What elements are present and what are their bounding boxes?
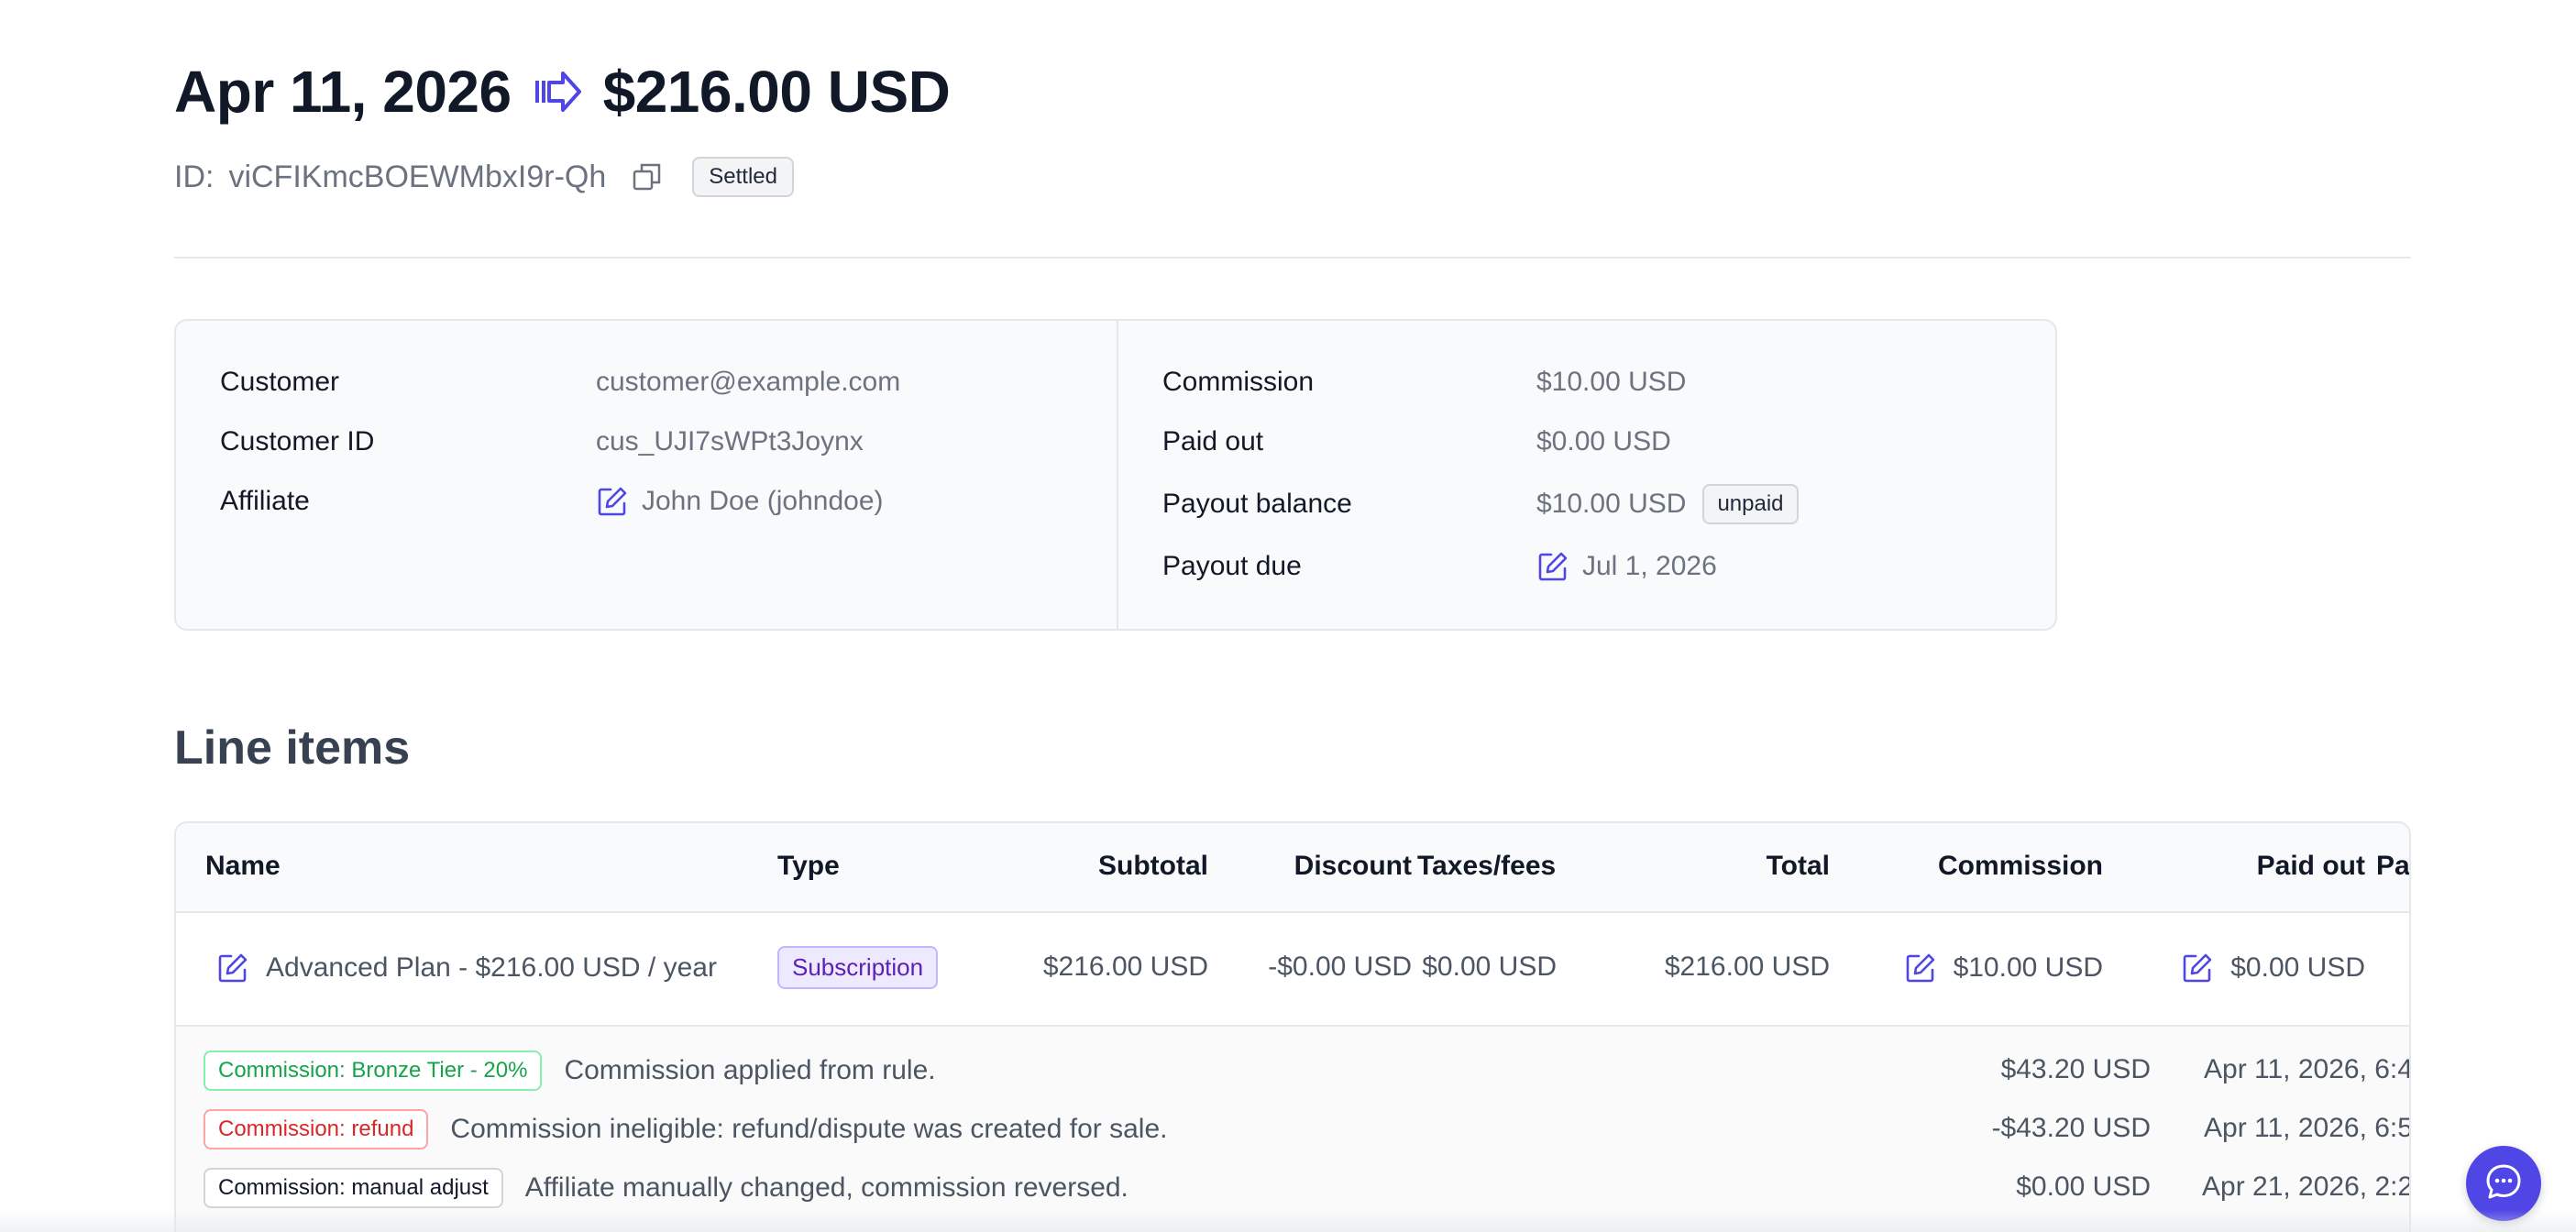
taxes-value: $0.00 USD (1422, 952, 1557, 982)
payout-balance-value: $10.00 USD unpaid (1536, 484, 1799, 524)
subscription-badge: Subscription (777, 946, 939, 989)
commission-tag: Commission: Bronze Tier - 20% (204, 1050, 543, 1091)
total-value: $216.00 USD (1664, 952, 1830, 982)
customer-id-row: Customer ID cus_UJI7sWPt3Joynx (220, 419, 864, 465)
commission-row: Commission $10.00 USD (1162, 359, 1686, 405)
payout-balance-amount: $10.00 USD (1536, 489, 1687, 519)
commission-detail-page: Apr 11, 2026 $216.00 USD ID: viCFIKmcBOE… (174, 0, 2411, 1232)
list-item: Commission: refund Commission ineligible… (204, 1107, 1167, 1151)
customer-info: Customer customer@example.com Customer I… (176, 321, 1118, 629)
commission-amount: $0.00 USD (2016, 1172, 2151, 1202)
payout-due-row: Payout due Jul 1, 2026 (1162, 544, 1717, 589)
unpaid-badge: unpaid (1702, 484, 1799, 524)
payout-due-date: Jul 1, 2026 (1582, 551, 1717, 581)
affiliate-label: Affiliate (220, 486, 310, 516)
edit-affiliate-icon[interactable] (596, 485, 629, 518)
col-payout: Pay (2376, 851, 2410, 881)
chat-bubble-icon (2483, 1161, 2524, 1206)
divider (174, 257, 2411, 258)
commission-note: Commission ineligible: refund/dispute wa… (450, 1114, 1168, 1144)
commission-tag: Commission: refund (204, 1109, 429, 1150)
commission-date: Apr 21, 2026, 2:2 (2202, 1172, 2411, 1202)
col-paid-out: Paid out (2256, 851, 2365, 881)
edit-paid-out-icon[interactable] (2181, 952, 2214, 984)
payout-balance-row: Payout balance $10.00 USD unpaid (1162, 481, 1799, 527)
commission-date: Apr 11, 2026, 6:4 (2204, 1054, 2411, 1084)
col-subtotal: Subtotal (1098, 851, 1208, 881)
commission-tag: Commission: manual adjust (204, 1168, 503, 1208)
sale-amount: $216.00 USD (602, 59, 951, 125)
customer-id-label: Customer ID (220, 426, 375, 456)
info-card: Customer customer@example.com Customer I… (174, 319, 2057, 631)
table-header: Name Type Subtotal Discount Taxes/fees T… (176, 823, 2409, 913)
edit-payout-due-icon[interactable] (1536, 550, 1569, 583)
commission-amount: $43.20 USD (2000, 1054, 2151, 1084)
subtotal-value: $216.00 USD (1042, 952, 1208, 982)
payout-due-label: Payout due (1162, 551, 1302, 581)
customer-email: customer@example.com (596, 367, 901, 397)
customer-id-value: cus_UJI7sWPt3Joynx (596, 426, 864, 456)
col-discount: Discount (1294, 851, 1412, 881)
line-item-name-text: Advanced Plan - $216.00 USD / year (266, 952, 717, 983)
discount-value: -$0.00 USD (1268, 952, 1412, 982)
line-items-table: Name Type Subtotal Discount Taxes/fees T… (174, 821, 2411, 1232)
affiliate-value: John Doe (johndoe) (596, 485, 884, 518)
affiliate-row: Affiliate John Doe (johndoe) (220, 478, 884, 524)
commission-cell-value: $10.00 USD (1953, 952, 2103, 983)
paid-out-cell: $0.00 USD (2181, 952, 2365, 984)
customer-label: Customer (220, 367, 340, 397)
sale-date: Apr 11, 2026 (174, 59, 512, 125)
line-item-name: Advanced Plan - $216.00 USD / year (216, 952, 717, 984)
arrow-right-icon (532, 66, 583, 117)
edit-commission-icon[interactable] (1904, 952, 1937, 984)
commission-note: Commission applied from rule. (564, 1055, 936, 1085)
payout-balance-label: Payout balance (1162, 489, 1352, 519)
chat-button[interactable] (2466, 1146, 2541, 1221)
commission-cell: $10.00 USD (1904, 952, 2103, 984)
col-taxes: Taxes/fees (1417, 851, 1557, 881)
col-commission: Commission (1937, 851, 2103, 881)
copy-icon[interactable] (632, 161, 663, 192)
affiliate-name: John Doe (johndoe) (642, 486, 884, 516)
paid-out-cell-value: $0.00 USD (2230, 952, 2365, 983)
id-value: viCFIKmcBOEWMbxI9r-Qh (228, 159, 607, 194)
commission-value: $10.00 USD (1536, 367, 1687, 397)
commission-info: Commission $10.00 USD Paid out $0.00 USD… (1118, 321, 2055, 629)
commission-history: Commission: Bronze Tier - 20% Commission… (176, 1027, 2409, 1232)
table-row: Advanced Plan - $216.00 USD / year Subsc… (176, 913, 2409, 1027)
commission-amount: -$43.20 USD (1991, 1113, 2151, 1143)
line-items-heading: Line items (174, 721, 411, 775)
customer-row: Customer customer@example.com (220, 359, 900, 405)
list-item: Commission: manual adjust Affiliate manu… (204, 1166, 1128, 1210)
commission-note: Affiliate manually changed, commission r… (524, 1172, 1128, 1203)
id-label: ID: (174, 159, 215, 194)
col-type: Type (777, 851, 840, 881)
commission-date: Apr 11, 2026, 6:5 (2204, 1113, 2411, 1143)
list-item: Commission: Bronze Tier - 20% Commission… (204, 1049, 936, 1093)
payout-due-value: Jul 1, 2026 (1536, 550, 1717, 583)
paid-out-row: Paid out $0.00 USD (1162, 419, 1671, 465)
page-title: Apr 11, 2026 $216.00 USD (174, 55, 951, 128)
paid-out-label: Paid out (1162, 426, 1264, 456)
col-name: Name (205, 851, 281, 881)
col-total: Total (1766, 851, 1830, 881)
commission-label: Commission (1162, 367, 1315, 397)
paid-out-value: $0.00 USD (1536, 426, 1671, 456)
status-badge: Settled (692, 157, 794, 197)
edit-line-item-icon[interactable] (216, 952, 249, 984)
id-row: ID: viCFIKmcBOEWMbxI9r-Qh Settled (174, 154, 794, 200)
